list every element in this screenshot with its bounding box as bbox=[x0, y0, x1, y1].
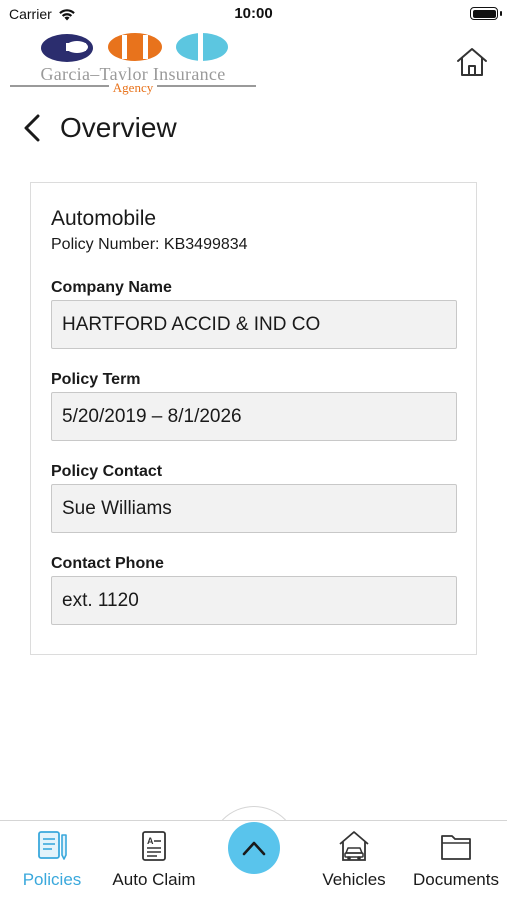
contact-phone-field[interactable]: ext. 1120 bbox=[51, 576, 457, 625]
tab-vehicles[interactable]: Vehicles bbox=[314, 821, 394, 900]
tab-policies[interactable]: Policies bbox=[14, 821, 90, 900]
page-title: Overview bbox=[60, 112, 177, 143]
company-name-label: Company Name bbox=[51, 279, 172, 296]
home-icon bbox=[457, 48, 487, 76]
svg-text:A: A bbox=[147, 836, 154, 846]
tab-label: Vehicles bbox=[322, 870, 386, 889]
policy-card: Automobile Policy Number: KB3499834 Comp… bbox=[30, 182, 477, 655]
contact-phone-label: Contact Phone bbox=[51, 555, 164, 572]
policy-term-field: 5/20/2019 – 8/1/2026 bbox=[51, 392, 457, 441]
company-name-field: HARTFORD ACCID & IND CO bbox=[51, 300, 457, 349]
auto-claim-icon: A bbox=[137, 829, 171, 863]
policies-icon bbox=[35, 829, 69, 863]
policy-type: Automobile bbox=[51, 207, 157, 230]
tab-label: Policies bbox=[22, 870, 82, 889]
chevron-up-icon bbox=[242, 841, 266, 856]
logo-subtitle: Agency bbox=[8, 80, 258, 96]
tab-documents[interactable]: Documents bbox=[406, 821, 506, 900]
documents-icon bbox=[439, 829, 473, 863]
battery-icon bbox=[470, 7, 498, 20]
logo-mark-icon bbox=[41, 32, 228, 62]
tab-label: Auto Claim bbox=[112, 870, 196, 889]
vehicles-icon bbox=[337, 829, 371, 863]
agency-logo: Garcia–Taylor Insurance Agency bbox=[8, 26, 258, 96]
page-header: Overview bbox=[22, 108, 177, 148]
status-bar: Carrier 10:00 bbox=[0, 0, 507, 26]
tab-auto-claim[interactable]: A Auto Claim bbox=[104, 821, 204, 900]
policy-contact-label: Policy Contact bbox=[51, 463, 163, 480]
tab-label: Documents bbox=[413, 870, 499, 889]
policy-contact-field: Sue Williams bbox=[51, 484, 457, 533]
expand-menu-button[interactable] bbox=[228, 822, 280, 874]
policy-number: Policy Number: KB3499834 bbox=[51, 236, 248, 253]
status-time: 10:00 bbox=[234, 5, 273, 22]
back-button[interactable] bbox=[22, 108, 48, 148]
chevron-left-icon bbox=[24, 114, 40, 142]
policy-term-label: Policy Term bbox=[51, 371, 141, 388]
home-button[interactable] bbox=[455, 45, 489, 79]
